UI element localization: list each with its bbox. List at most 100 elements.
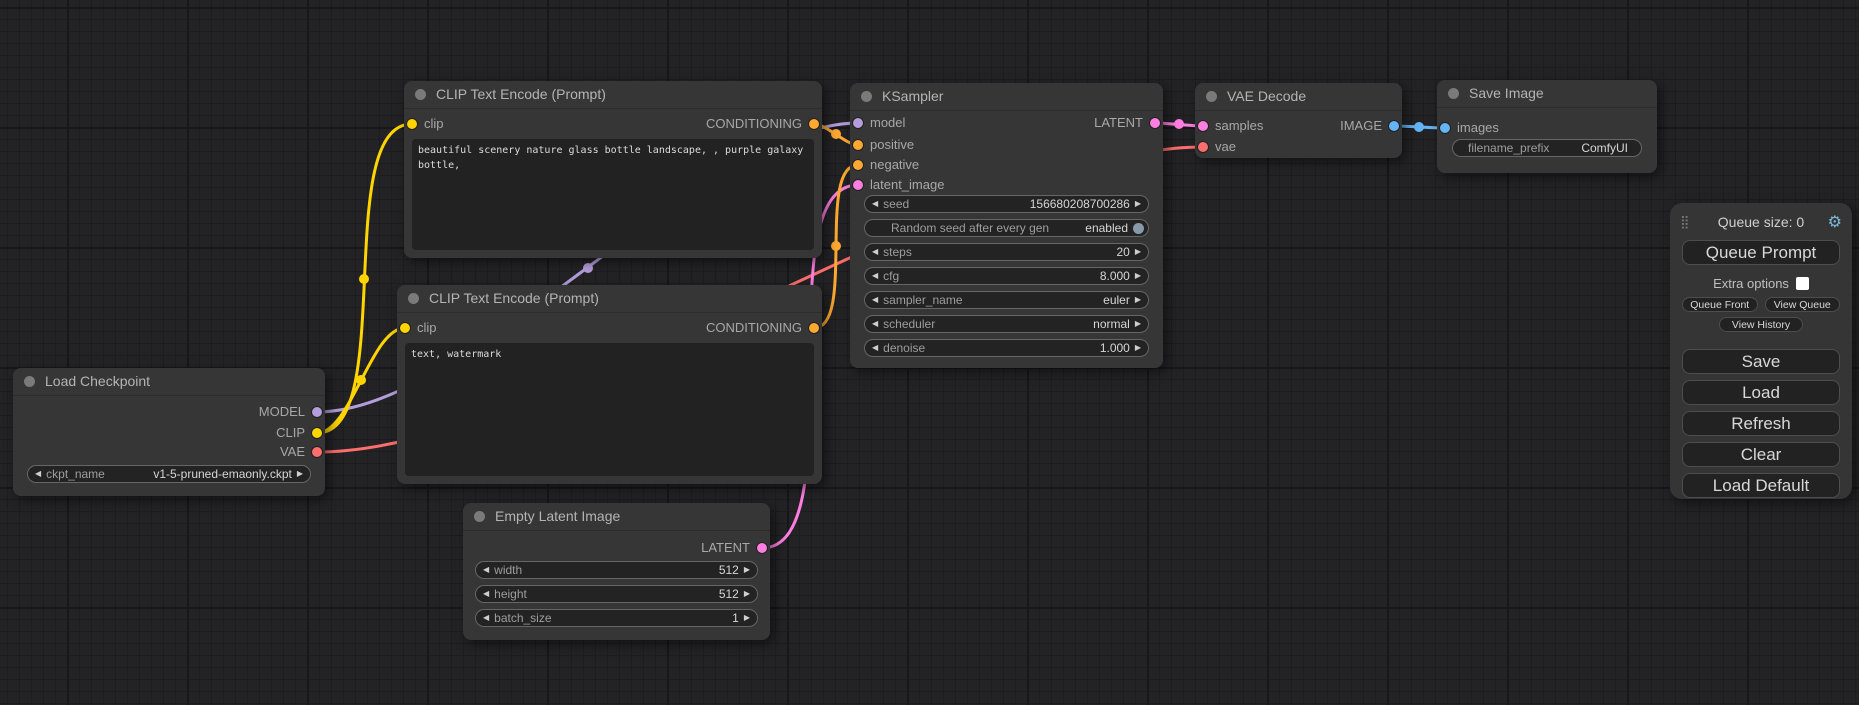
slot-dot-conditioning-output[interactable] <box>809 323 819 333</box>
widget-random-seed-toggle[interactable]: Random seed after every gen enabled <box>864 219 1149 237</box>
slot-dot-images-input[interactable] <box>1440 123 1450 133</box>
widget-scheduler[interactable]: ◀ scheduler normal ▶ <box>864 315 1149 333</box>
slot-dot-latent-output[interactable] <box>1150 118 1160 128</box>
node-load-checkpoint[interactable]: Load Checkpoint MODEL CLIP VAE ◀ ckpt_na… <box>13 368 325 496</box>
widget-denoise[interactable]: ◀ denoise 1.000 ▶ <box>864 339 1149 357</box>
node-title: VAE Decode <box>1227 88 1306 104</box>
node-titlebar[interactable]: CLIP Text Encode (Prompt) <box>397 285 822 313</box>
load-button[interactable]: Load <box>1682 380 1840 405</box>
refresh-button[interactable]: Refresh <box>1682 411 1840 436</box>
node-collapse-dot[interactable] <box>24 376 35 387</box>
node-clip-text-encode-negative[interactable]: CLIP Text Encode (Prompt) clip CONDITION… <box>397 285 822 484</box>
arrow-right-icon[interactable]: ▶ <box>1135 291 1141 309</box>
node-titlebar[interactable]: VAE Decode <box>1195 83 1402 111</box>
arrow-left-icon[interactable]: ◀ <box>483 561 489 579</box>
widget-seed[interactable]: ◀ seed 156680208700286 ▶ <box>864 195 1149 213</box>
node-ksampler[interactable]: KSampler model LATENT positive negative … <box>850 83 1163 368</box>
node-collapse-dot[interactable] <box>1206 91 1217 102</box>
link-clip-negative <box>317 328 405 433</box>
prompt-textarea[interactable]: beautiful scenery nature glass bottle la… <box>412 139 814 250</box>
arrow-left-icon[interactable]: ◀ <box>35 465 41 483</box>
widget-cfg[interactable]: ◀ cfg 8.000 ▶ <box>864 267 1149 285</box>
view-queue-button[interactable]: View Queue <box>1765 297 1841 312</box>
arrow-left-icon[interactable]: ◀ <box>872 315 878 333</box>
node-titlebar[interactable]: CLIP Text Encode (Prompt) <box>404 81 822 109</box>
widget-sampler-name[interactable]: ◀ sampler_name euler ▶ <box>864 291 1149 309</box>
node-collapse-dot[interactable] <box>415 89 426 100</box>
widget-batch-size[interactable]: ◀ batch_size 1 ▶ <box>475 609 758 627</box>
node-collapse-dot[interactable] <box>861 91 872 102</box>
queue-buttons-row: Queue Front View Queue <box>1682 297 1840 312</box>
widget-filename-prefix[interactable]: filename_prefix ComfyUI <box>1452 139 1642 157</box>
arrow-right-icon[interactable]: ▶ <box>744 561 750 579</box>
view-history-button[interactable]: View History <box>1719 317 1803 332</box>
slot-dot-model-output[interactable] <box>312 407 322 417</box>
node-title: Save Image <box>1469 85 1544 101</box>
arrow-right-icon[interactable]: ▶ <box>1135 243 1141 261</box>
arrow-left-icon[interactable]: ◀ <box>872 267 878 285</box>
slot-dot-image-output[interactable] <box>1389 121 1399 131</box>
node-collapse-dot[interactable] <box>1448 88 1459 99</box>
load-default-button[interactable]: Load Default <box>1682 473 1840 498</box>
clear-button[interactable]: Clear <box>1682 442 1840 467</box>
slot-dot-positive-input[interactable] <box>853 140 863 150</box>
slot-dot-samples-input[interactable] <box>1198 121 1208 131</box>
widget-steps[interactable]: ◀ steps 20 ▶ <box>864 243 1149 261</box>
node-vae-decode[interactable]: VAE Decode samples IMAGE vae <box>1195 83 1402 158</box>
node-clip-text-encode-positive[interactable]: CLIP Text Encode (Prompt) clip CONDITION… <box>404 81 822 258</box>
arrow-right-icon[interactable]: ▶ <box>1135 267 1141 285</box>
arrow-left-icon[interactable]: ◀ <box>872 195 878 213</box>
queue-front-button[interactable]: Queue Front <box>1682 297 1758 312</box>
widget-ckpt-name[interactable]: ◀ ckpt_name v1-5-pruned-emaonly.ckpt ▶ <box>27 465 311 483</box>
arrow-right-icon[interactable]: ▶ <box>1135 339 1141 357</box>
arrow-left-icon[interactable]: ◀ <box>872 243 878 261</box>
slot-row: vae <box>1195 138 1402 156</box>
link-dot-conditioning-negative <box>831 241 841 251</box>
arrow-left-icon[interactable]: ◀ <box>872 339 878 357</box>
slot-dot-latent-output[interactable] <box>757 543 767 553</box>
widget-width[interactable]: ◀ width 512 ▶ <box>475 561 758 579</box>
slot-dot-vae-output[interactable] <box>312 447 322 457</box>
node-collapse-dot[interactable] <box>408 293 419 304</box>
node-titlebar[interactable]: Save Image <box>1437 80 1657 108</box>
node-titlebar[interactable]: KSampler <box>850 83 1163 111</box>
arrow-left-icon[interactable]: ◀ <box>483 609 489 627</box>
extra-options-checkbox[interactable] <box>1796 277 1809 290</box>
drag-handle-icon[interactable]: ⣿ <box>1680 212 1690 234</box>
slot-dot-conditioning-output[interactable] <box>809 119 819 129</box>
arrow-right-icon[interactable]: ▶ <box>744 585 750 603</box>
history-row: View History <box>1682 317 1840 332</box>
arrow-left-icon[interactable]: ◀ <box>872 291 878 309</box>
widget-height[interactable]: ◀ height 512 ▶ <box>475 585 758 603</box>
slot-dot-model-input[interactable] <box>853 118 863 128</box>
arrow-left-icon[interactable]: ◀ <box>483 585 489 603</box>
slot-dot-vae-input[interactable] <box>1198 142 1208 152</box>
seed-toggle-dot[interactable] <box>1133 223 1144 234</box>
node-save-image[interactable]: Save Image images filename_prefix ComfyU… <box>1437 80 1657 173</box>
slot-dot-clip-output[interactable] <box>312 428 322 438</box>
queue-prompt-button[interactable]: Queue Prompt <box>1682 240 1840 265</box>
node-titlebar[interactable]: Load Checkpoint <box>13 368 325 396</box>
node-title: Empty Latent Image <box>495 508 620 524</box>
node-titlebar[interactable]: Empty Latent Image <box>463 503 770 531</box>
output-row: VAE <box>13 443 325 461</box>
slot-dot-clip-input[interactable] <box>407 119 417 129</box>
node-empty-latent-image[interactable]: Empty Latent Image LATENT ◀ width 512 ▶ … <box>463 503 770 640</box>
arrow-right-icon[interactable]: ▶ <box>297 465 303 483</box>
prompt-textarea[interactable]: text, watermark <box>405 343 814 476</box>
link-dot-image <box>1414 122 1424 132</box>
node-collapse-dot[interactable] <box>474 511 485 522</box>
slot-row: clip CONDITIONING <box>404 115 822 133</box>
arrow-right-icon[interactable]: ▶ <box>744 609 750 627</box>
gear-icon[interactable]: ⚙ <box>1828 211 1842 233</box>
arrow-right-icon[interactable]: ▶ <box>1135 195 1141 213</box>
node-canvas[interactable]: Load Checkpoint MODEL CLIP VAE ◀ ckpt_na… <box>0 0 1859 705</box>
link-dot-model <box>583 263 593 273</box>
arrow-right-icon[interactable]: ▶ <box>1135 315 1141 333</box>
node-title: Load Checkpoint <box>45 373 150 389</box>
slot-dot-latent-image-input[interactable] <box>853 180 863 190</box>
queue-size-label: Queue size: 0 <box>1718 214 1804 230</box>
slot-dot-clip-input[interactable] <box>400 323 410 333</box>
slot-dot-negative-input[interactable] <box>853 160 863 170</box>
save-button[interactable]: Save <box>1682 349 1840 374</box>
